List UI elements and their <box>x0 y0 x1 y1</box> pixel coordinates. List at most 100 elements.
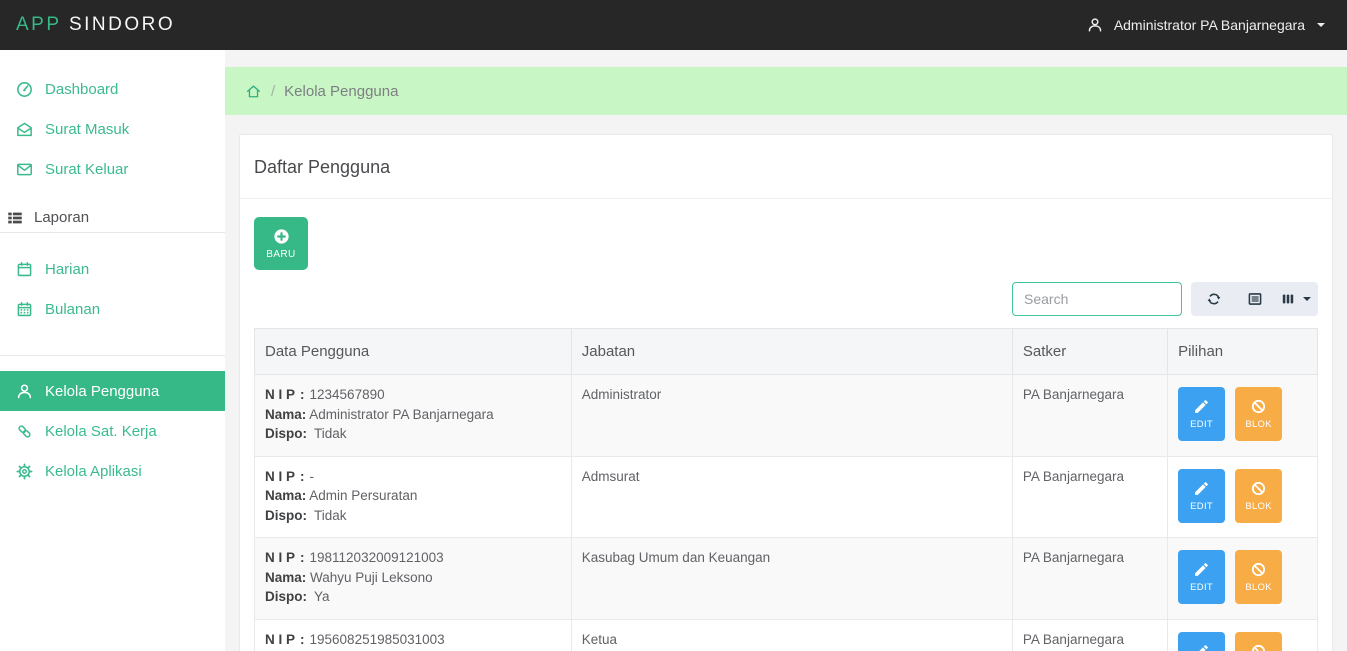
column-header-jabatan[interactable]: Jabatan <box>571 329 1012 375</box>
cell-data-pengguna: N I P:198112032009121003 Nama: Wahyu Puj… <box>255 538 572 620</box>
sidebar-item-surat-masuk[interactable]: Surat Masuk <box>0 109 225 149</box>
sidebar-item-kelola-pengguna[interactable]: Kelola Pengguna <box>0 371 225 411</box>
refresh-icon <box>1206 291 1222 307</box>
cell-jabatan: Administrator <box>571 375 1012 457</box>
calendar-icon <box>15 260 34 279</box>
users-table: Data Pengguna Jabatan Satker Pilihan N I… <box>254 328 1318 651</box>
baru-button[interactable]: BARU <box>254 217 308 270</box>
edit-button[interactable]: EDIT <box>1178 550 1225 604</box>
blok-button[interactable]: BLOK <box>1235 632 1282 651</box>
toolbar-button-group <box>1191 282 1318 316</box>
calendar-grid-icon <box>15 300 34 319</box>
caret-down-icon <box>1317 23 1325 27</box>
sidebar: Dashboard Surat Masuk Surat Keluar Lapor… <box>0 50 225 651</box>
column-header-pilihan[interactable]: Pilihan <box>1168 329 1318 375</box>
refresh-button[interactable] <box>1193 282 1234 316</box>
mail-open-icon <box>15 120 34 139</box>
breadcrumb: / Kelola Pengguna <box>225 67 1347 115</box>
pencil-icon <box>1193 643 1210 651</box>
logo-name-text: SINDORO <box>69 14 175 35</box>
table-row: N I P:- Nama: Admin Persuratan Dispo:Tid… <box>255 456 1318 538</box>
breadcrumb-separator: / <box>271 83 275 100</box>
cell-pilihan: EDIT BLOK <box>1168 619 1318 651</box>
sidebar-item-label: Harian <box>45 261 89 278</box>
sidebar-divider <box>0 355 225 356</box>
cell-jabatan: Admsurat <box>571 456 1012 538</box>
sidebar-item-kelola-aplikasi[interactable]: Kelola Aplikasi <box>0 451 225 491</box>
sidebar-item-label: Kelola Sat. Kerja <box>45 423 157 440</box>
sidebar-item-label: Dashboard <box>45 81 118 98</box>
user-icon <box>1086 16 1104 34</box>
app-window: APP SINDORO Administrator PA Banjarnegar… <box>0 0 1347 651</box>
mail-icon <box>15 160 34 179</box>
daftar-pengguna-panel: Daftar Pengguna BARU <box>239 134 1333 651</box>
edit-button[interactable]: EDIT <box>1178 387 1225 441</box>
table-row: N I P:198112032009121003 Nama: Wahyu Puj… <box>255 538 1318 620</box>
page-title: Daftar Pengguna <box>254 157 1318 178</box>
sidebar-item-label: Bulanan <box>45 301 100 318</box>
column-header-satker[interactable]: Satker <box>1012 329 1167 375</box>
table-toolbar <box>254 282 1318 316</box>
sidebar-item-bulanan[interactable]: Bulanan <box>0 289 225 329</box>
plus-circle-icon <box>272 227 291 246</box>
panel-heading: Daftar Pengguna <box>240 135 1332 199</box>
main-content: / Kelola Pengguna Daftar Pengguna BARU <box>225 50 1347 651</box>
cell-data-pengguna: N I P:1234567890 Nama: Administrator PA … <box>255 375 572 457</box>
ban-icon <box>1250 643 1267 651</box>
list-alt-icon <box>1247 291 1263 307</box>
cell-pilihan: EDIT BLOK <box>1168 538 1318 620</box>
sidebar-item-label: Kelola Aplikasi <box>45 463 142 480</box>
cell-jabatan: Ketua <box>571 619 1012 651</box>
baru-button-label: BARU <box>266 249 295 260</box>
toggle-view-button[interactable] <box>1234 282 1275 316</box>
panel-body: BARU <box>240 199 1332 651</box>
sidebar-item-label: Surat Masuk <box>45 121 129 138</box>
cell-pilihan: EDIT BLOK <box>1168 375 1318 457</box>
sidebar-item-harian[interactable]: Harian <box>0 249 225 289</box>
sidebar-item-label: Surat Keluar <box>45 161 128 178</box>
pencil-icon <box>1193 480 1210 497</box>
sidebar-item-label: Kelola Pengguna <box>45 383 159 400</box>
cell-data-pengguna: N I P:- Nama: Admin Persuratan Dispo:Tid… <box>255 456 572 538</box>
user-menu[interactable]: Administrator PA Banjarnegara <box>1086 16 1325 34</box>
cell-satker: PA Banjarnegara <box>1012 375 1167 457</box>
edit-button[interactable]: EDIT <box>1178 469 1225 523</box>
blok-button[interactable]: BLOK <box>1235 469 1282 523</box>
home-icon[interactable] <box>245 83 262 100</box>
ban-icon <box>1250 561 1267 578</box>
link-icon <box>15 422 34 441</box>
table-row: N I P:1234567890 Nama: Administrator PA … <box>255 375 1318 457</box>
cell-pilihan: EDIT BLOK <box>1168 456 1318 538</box>
caret-down-icon <box>1303 297 1311 301</box>
sidebar-item-kelola-sat-kerja[interactable]: Kelola Sat. Kerja <box>0 411 225 451</box>
columns-dropdown-button[interactable] <box>1275 282 1316 316</box>
app-logo[interactable]: APP SINDORO <box>16 14 175 36</box>
cell-satker: PA Banjarnegara <box>1012 619 1167 651</box>
cell-data-pengguna: N I P:195608251985031003 Nama: Drs. H.M.… <box>255 619 572 651</box>
edit-button[interactable]: EDIT <box>1178 632 1225 651</box>
column-header-data-pengguna[interactable]: Data Pengguna <box>255 329 572 375</box>
cell-satker: PA Banjarnegara <box>1012 538 1167 620</box>
sidebar-section-label: Laporan <box>34 209 89 226</box>
breadcrumb-current: Kelola Pengguna <box>284 83 398 100</box>
sidebar-section-laporan: Laporan <box>0 203 225 233</box>
blok-button[interactable]: BLOK <box>1235 550 1282 604</box>
pencil-icon <box>1193 398 1210 415</box>
search-input[interactable] <box>1012 282 1182 316</box>
user-name: Administrator PA Banjarnegara <box>1114 17 1305 33</box>
user-icon <box>15 382 34 401</box>
sidebar-item-surat-keluar[interactable]: Surat Keluar <box>0 149 225 189</box>
top-navbar: APP SINDORO Administrator PA Banjarnegar… <box>0 0 1347 50</box>
logo-app-text: APP <box>16 14 61 35</box>
columns-icon <box>1280 291 1296 307</box>
ban-icon <box>1250 480 1267 497</box>
dashboard-icon <box>15 80 34 99</box>
table-row: N I P:195608251985031003 Nama: Drs. H.M.… <box>255 619 1318 651</box>
cell-satker: PA Banjarnegara <box>1012 456 1167 538</box>
blok-button[interactable]: BLOK <box>1235 387 1282 441</box>
table-list-icon <box>6 209 24 227</box>
sidebar-item-dashboard[interactable]: Dashboard <box>0 69 225 109</box>
pencil-icon <box>1193 561 1210 578</box>
ban-icon <box>1250 398 1267 415</box>
table-header-row: Data Pengguna Jabatan Satker Pilihan <box>255 329 1318 375</box>
